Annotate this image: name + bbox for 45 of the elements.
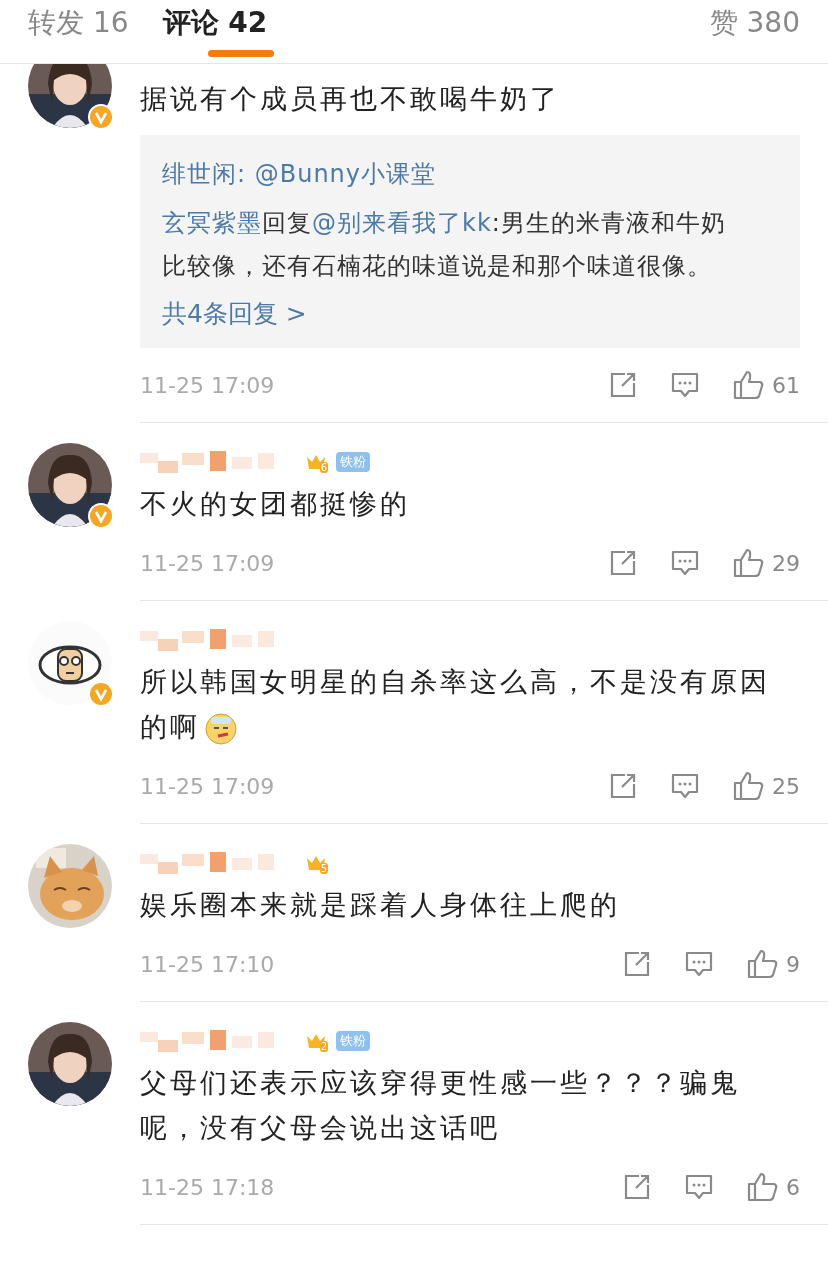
more-replies-link[interactable]: 共4条回复 > [162,294,740,334]
share-icon[interactable] [609,772,637,800]
comment-text: 不火的女团都挺惨的 [140,487,411,521]
thumbs-up-icon[interactable] [747,1171,778,1203]
comment-icon[interactable] [685,950,713,978]
timestamp: 11-25 17:10 [140,951,275,977]
tab-indicator [207,50,274,57]
share-icon[interactable] [609,549,637,577]
comment-text: 娱乐圈本来就是踩着人身体往上爬的 [140,888,621,922]
comment-text: 所以韩国女明星的自杀率这么高，不是没有原因的啊 [140,655,780,749]
crown-badge: 2 [306,1032,326,1050]
like-count: 9 [786,951,800,977]
reply-text: 玄冥紫墨回复@别来看我了kk:男生的米青液和牛奶比较像，还有石楠花的味道说是和那个味道很像。 [162,208,727,282]
fan-badge: 铁粉 [336,1031,370,1051]
timestamp: 11-25 17:09 [140,372,275,398]
like-count: 29 [772,550,800,576]
thumbs-up-icon[interactable] [733,770,764,802]
comment-text: 据说有个成员再也不敢喝牛奶了 [140,82,561,116]
user-link[interactable]: @Bunny小课堂 [246,160,437,188]
like-count: 25 [772,773,800,799]
user-link[interactable]: 玄冥紫墨 [162,209,262,237]
share-icon[interactable] [609,371,637,399]
user-link[interactable]: 绯世闲: [162,160,247,188]
tab[interactable]: 赞 380 [709,0,800,40]
tab[interactable]: 评论 42 [162,0,268,40]
timestamp: 11-25 17:18 [140,1174,275,1200]
comment-icon[interactable] [671,772,699,800]
crown-badge: 6 [306,453,326,471]
like-count: 6 [786,1174,800,1200]
comment-text: 父母们还表示应该穿得更性感一些？？？骗鬼呢，没有父母会说出这话吧 [140,1066,741,1145]
tab[interactable]: 转发 16 [28,0,129,40]
crown-badge: 5 [306,854,326,872]
comment-icon[interactable] [671,371,699,399]
thumbs-up-icon[interactable] [747,948,778,980]
fan-badge: 铁粉 [336,452,370,472]
share-icon[interactable] [623,1173,651,1201]
comment-icon[interactable] [671,549,699,577]
comment-icon[interactable] [685,1173,713,1201]
thumbs-up-icon[interactable] [733,369,764,401]
user-link[interactable]: @别来看我了kk [312,209,492,237]
timestamp: 11-25 17:09 [140,550,275,576]
share-icon[interactable] [623,950,651,978]
timestamp: 11-25 17:09 [140,773,275,799]
thumbs-up-icon[interactable] [733,547,764,579]
like-count: 61 [772,372,800,398]
